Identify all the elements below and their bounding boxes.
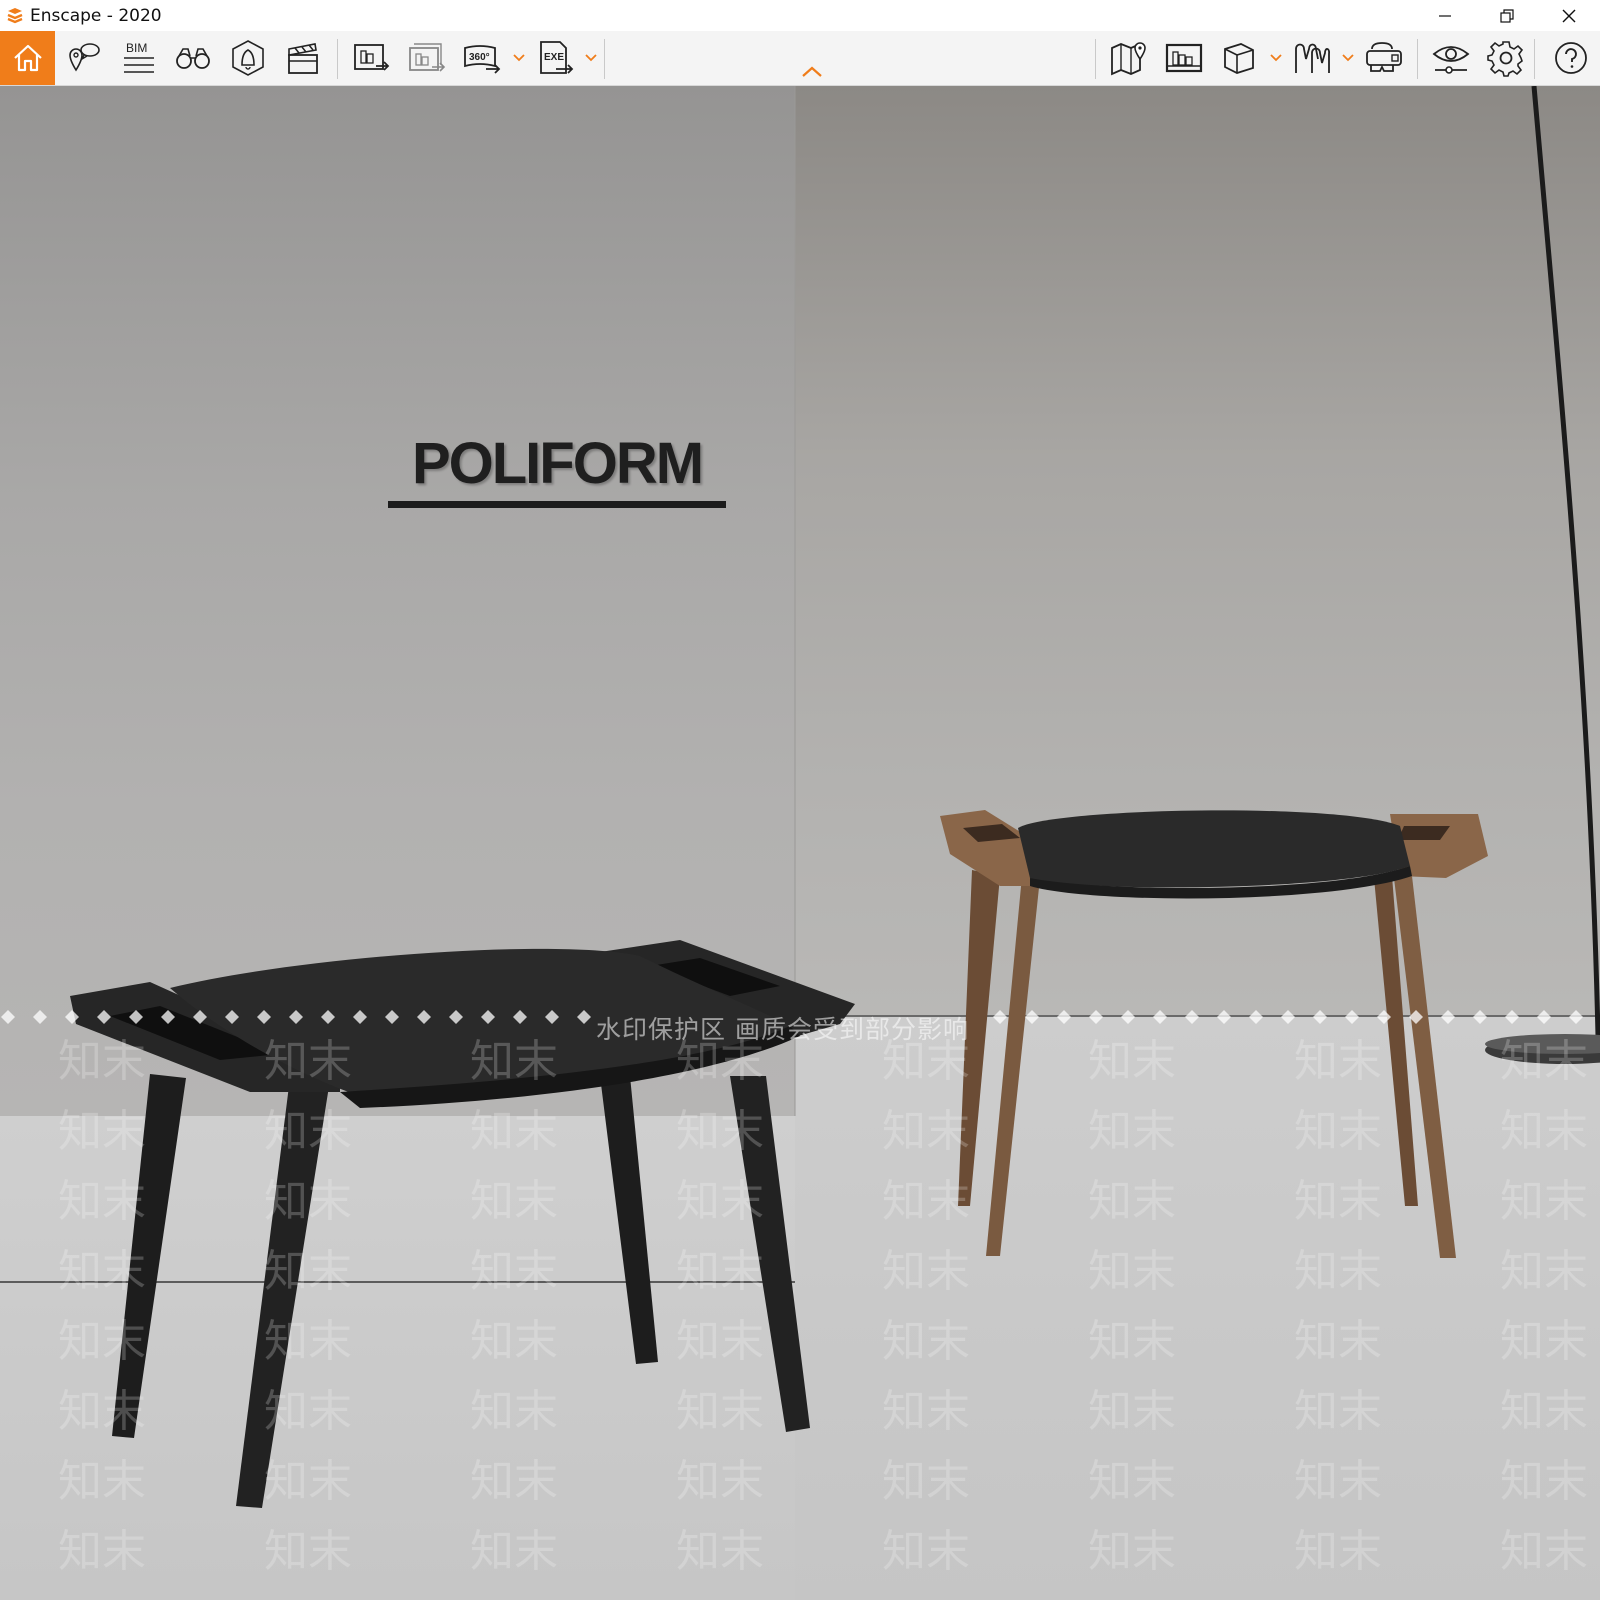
toolbar-separator <box>1417 39 1418 79</box>
bim-button[interactable]: BIM <box>112 31 164 85</box>
chevron-up-icon <box>802 66 822 77</box>
asset-library-button[interactable] <box>1158 31 1210 85</box>
close-icon <box>1562 9 1576 22</box>
views-button[interactable] <box>58 31 110 85</box>
views-icon <box>69 43 100 72</box>
exe-export-button[interactable]: EXE <box>530 31 582 85</box>
walk-dropdown[interactable] <box>1341 51 1355 65</box>
sound-button[interactable] <box>222 31 274 85</box>
chevron-down-icon <box>1342 54 1354 62</box>
enscape-logo-icon <box>4 5 26 27</box>
scene-objects <box>0 86 1600 1508</box>
sound-icon <box>232 40 264 76</box>
svg-text:360°: 360° <box>469 52 490 63</box>
exe-export-icon: EXE <box>540 41 574 74</box>
settings-button[interactable] <box>1480 31 1532 85</box>
home-icon <box>13 44 42 72</box>
material-dropdown[interactable] <box>1269 51 1283 65</box>
bim-icon: BIM <box>124 41 154 73</box>
restore-button[interactable] <box>1476 0 1538 31</box>
walnut-stool <box>940 810 1488 1258</box>
panorama-dropdown[interactable] <box>512 51 526 65</box>
panorama-icon: 360° <box>464 45 501 74</box>
title-bar: Enscape - 2020 <box>0 0 1600 31</box>
walk-button[interactable] <box>1286 31 1338 85</box>
minimize-button[interactable] <box>1414 0 1476 31</box>
batch-render-button[interactable] <box>401 31 453 85</box>
material-button[interactable] <box>1213 31 1265 85</box>
toolbar-separator <box>1534 39 1535 79</box>
video-editor-button[interactable] <box>277 31 329 85</box>
toolbar-separator <box>337 39 338 79</box>
map-icon <box>1111 42 1146 76</box>
minimize-icon <box>1439 14 1451 17</box>
toolbar-separator <box>604 39 605 79</box>
map-button[interactable] <box>1103 31 1155 85</box>
help-button[interactable] <box>1545 31 1597 85</box>
render-export-icon <box>354 44 390 71</box>
panorama-button[interactable]: 360° <box>456 31 508 85</box>
window-title: Enscape - 2020 <box>30 5 162 26</box>
chevron-down-icon <box>513 54 525 62</box>
clapperboard-icon <box>288 43 318 74</box>
watermark-notice: 水印保护区 画质会受到部分影响 <box>596 1015 969 1044</box>
render-viewport[interactable]: POLIFORM 知末 知末 知末 知末 知末 知末 知末 知末 知末 知末 知… <box>0 86 1600 1600</box>
collapse-toolbar-button[interactable] <box>800 64 824 80</box>
visual-settings-button[interactable] <box>1425 31 1477 85</box>
binoculars-icon <box>176 48 210 69</box>
home-button[interactable] <box>0 31 55 85</box>
chevron-down-icon <box>1270 54 1282 62</box>
exe-export-dropdown[interactable] <box>584 51 598 65</box>
chevron-down-icon <box>585 54 597 62</box>
batch-render-icon <box>409 43 446 72</box>
floor-lamp <box>1485 86 1600 1064</box>
vr-headset-icon <box>1366 42 1402 72</box>
eye-icon <box>1432 46 1470 74</box>
cube-icon <box>1224 43 1254 74</box>
toolbar-separator <box>1095 39 1096 79</box>
close-button[interactable] <box>1538 0 1600 31</box>
binoculars-button[interactable] <box>167 31 219 85</box>
vr-button[interactable] <box>1358 31 1410 85</box>
svg-text:EXE: EXE <box>544 52 564 63</box>
help-icon <box>1555 42 1587 74</box>
gear-icon <box>1487 41 1524 77</box>
walk-icon <box>1295 43 1331 73</box>
screenshot-button[interactable] <box>346 31 398 85</box>
asset-library-icon <box>1165 43 1203 73</box>
restore-icon <box>1500 8 1514 23</box>
svg-text:BIM: BIM <box>126 41 147 55</box>
